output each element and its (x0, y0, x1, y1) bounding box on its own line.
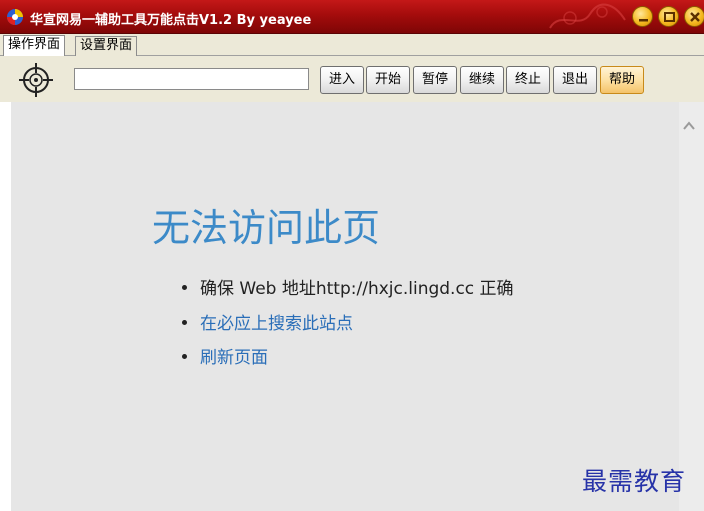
maximize-button[interactable] (658, 6, 679, 27)
bullet-dot (182, 320, 187, 325)
refresh-page-link[interactable]: 刷新页面 (200, 343, 268, 368)
tab-operations[interactable]: 操作界面 (3, 35, 66, 57)
check-address-text: 确保 Web 地址http://hxjc.lingd.cc 正确 (200, 279, 514, 299)
minimize-icon (639, 19, 648, 22)
pause-button[interactable]: 暂停 (413, 66, 457, 94)
title-bar: 华宣网易一辅助工具万能点击V1.2 By yeayee (0, 0, 704, 34)
maximize-icon (664, 12, 675, 22)
bullet-dot (182, 285, 187, 290)
window-title: 华宣网易一辅助工具万能点击V1.2 By yeayee (30, 13, 312, 28)
enter-button[interactable]: 进入 (320, 66, 364, 94)
search-bing-link[interactable]: 在必应上搜索此站点 (200, 309, 353, 334)
tab-strip: 操作界面 设置界面 (0, 34, 704, 57)
resume-button[interactable]: 继续 (460, 66, 504, 94)
scroll-up-arrow-icon[interactable] (682, 120, 696, 132)
toolbar: 进入 开始 暂停 继续 终止 退出 帮助 (0, 56, 704, 102)
title-decoration (549, 3, 626, 29)
tab-settings[interactable]: 设置界面 (75, 36, 138, 56)
app-logo-icon (7, 9, 23, 25)
stop-button[interactable]: 终止 (506, 66, 550, 94)
error-heading: 无法访问此页 (152, 206, 381, 250)
close-icon (690, 12, 700, 22)
watermark-logo: 最需教育 (582, 467, 687, 496)
bullet-dot (182, 354, 187, 359)
crosshair-target-icon[interactable] (18, 62, 54, 98)
start-button[interactable]: 开始 (366, 66, 410, 94)
close-button[interactable] (684, 6, 704, 27)
browser-content (11, 102, 679, 511)
exit-button[interactable]: 退出 (553, 66, 597, 94)
vertical-scrollbar[interactable] (679, 102, 704, 511)
url-input[interactable] (74, 68, 309, 90)
minimize-button[interactable] (632, 6, 653, 27)
help-button[interactable]: 帮助 (600, 66, 644, 94)
